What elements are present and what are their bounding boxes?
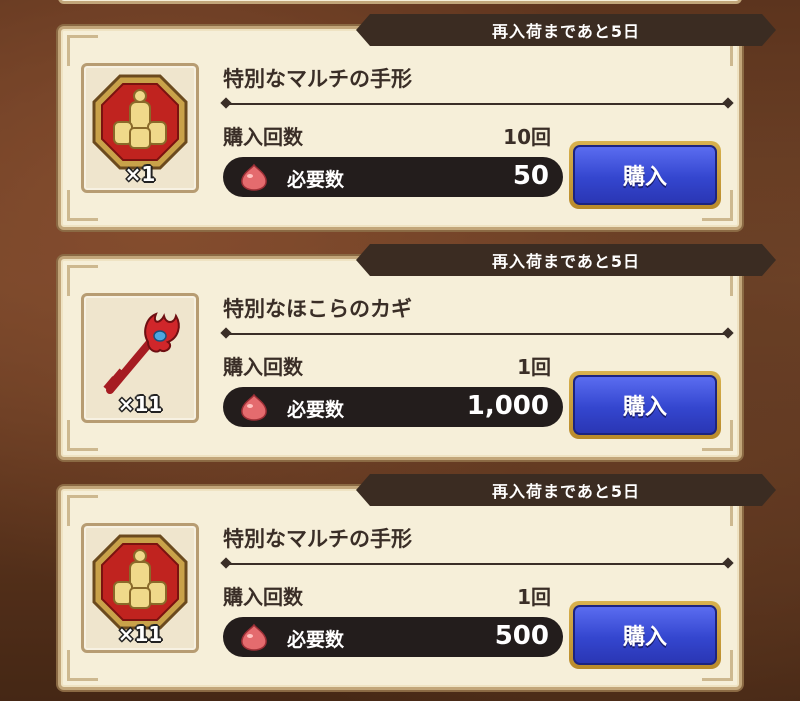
purchase-count-value: 10回: [503, 125, 551, 149]
buy-button-label: 購入: [573, 605, 717, 665]
gem-icon: [241, 393, 267, 421]
divider: [225, 563, 729, 565]
cost-label: 必要数: [287, 399, 345, 421]
buy-button-label: 購入: [573, 375, 717, 435]
item-thumbnail[interactable]: ×11: [81, 293, 199, 423]
cost-value: 1,000: [466, 391, 549, 421]
shop-item-card: ×11 特別なマルチの手形 購入回数 1回 必要数 500 購入 再入荷まであと…: [58, 486, 742, 690]
cost-value: 500: [494, 621, 549, 651]
multi-ticket-icon: [92, 74, 188, 170]
purchase-count-label: 購入回数: [223, 585, 303, 609]
item-quantity: ×1: [124, 162, 156, 186]
card-panel: ×11 特別なマルチの手形 購入回数 1回 必要数 500 購入: [58, 486, 742, 690]
restock-tab: 再入荷まであと5日: [356, 474, 776, 506]
restock-tab: 再入荷まであと5日: [356, 244, 776, 276]
buy-button[interactable]: 購入: [569, 601, 721, 669]
purchase-count-value: 1回: [517, 355, 551, 379]
cost-label: 必要数: [287, 169, 345, 191]
corner-ornament: [67, 265, 98, 296]
purchase-count-label: 購入回数: [223, 355, 303, 379]
corner-ornament: [67, 190, 98, 221]
item-thumbnail[interactable]: ×11: [81, 523, 199, 653]
item-name: 特別なマルチの手形: [223, 67, 412, 91]
cost-bar: 必要数 50: [223, 157, 563, 197]
divider: [225, 333, 729, 335]
gem-icon: [241, 623, 267, 651]
shrine-key-icon: [103, 312, 180, 394]
item-thumbnail[interactable]: ×1: [81, 63, 199, 193]
corner-ornament: [67, 495, 98, 526]
item-name: 特別なマルチの手形: [223, 527, 412, 551]
gem-icon: [241, 163, 267, 191]
cost-value: 50: [512, 161, 549, 191]
corner-ornament: [67, 650, 98, 681]
cost-bar: 必要数 1,000: [223, 387, 563, 427]
buy-button[interactable]: 購入: [569, 141, 721, 209]
item-quantity: ×11: [117, 392, 163, 416]
card-panel: ×1 特別なマルチの手形 購入回数 10回 必要数 50 購入: [58, 26, 742, 230]
shop-item-card: ×11 特別なほこらのカギ 購入回数 1回 必要数 1,000 購入 再入荷まで…: [58, 256, 742, 460]
previous-card-edge: [58, 0, 742, 4]
item-name: 特別なほこらのカギ: [223, 297, 412, 321]
buy-button-label: 購入: [573, 145, 717, 205]
cost-bar: 必要数 500: [223, 617, 563, 657]
divider: [225, 103, 729, 105]
buy-button[interactable]: 購入: [569, 371, 721, 439]
multi-ticket-icon: [92, 534, 188, 630]
cost-label: 必要数: [287, 629, 345, 651]
corner-ornament: [67, 35, 98, 66]
card-panel: ×11 特別なほこらのカギ 購入回数 1回 必要数 1,000 購入: [58, 256, 742, 460]
purchase-count-label: 購入回数: [223, 125, 303, 149]
restock-tab: 再入荷まであと5日: [356, 14, 776, 46]
purchase-count-value: 1回: [517, 585, 551, 609]
item-quantity: ×11: [117, 622, 163, 646]
shop-item-card: ×1 特別なマルチの手形 購入回数 10回 必要数 50 購入 再入荷まであと5…: [58, 26, 742, 230]
corner-ornament: [67, 420, 98, 451]
